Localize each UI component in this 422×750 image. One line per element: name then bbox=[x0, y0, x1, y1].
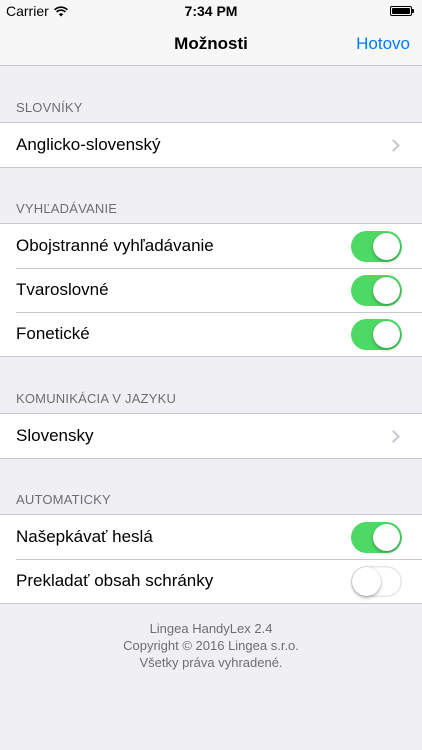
row-label: Obojstranné vyhľadávanie bbox=[16, 236, 214, 255]
section-header-dictionaries: SLOVNÍKY bbox=[16, 100, 83, 115]
row-label: Fonetické bbox=[16, 324, 90, 343]
translate-clipboard-toggle[interactable] bbox=[351, 565, 402, 597]
rights-reserved: Všetky práva vyhradené. bbox=[139, 655, 283, 670]
dictionary-row[interactable]: Anglicko-slovenský bbox=[0, 123, 422, 167]
language-group: Slovensky bbox=[0, 413, 422, 459]
section-header-automatic: AUTOMATICKY bbox=[16, 492, 111, 507]
status-bar: Carrier 7:34 PM bbox=[0, 0, 422, 22]
toggle-knob bbox=[373, 276, 400, 304]
toggle-knob bbox=[373, 523, 400, 551]
navigation-bar: Možnosti Hotovo bbox=[0, 22, 422, 66]
automatic-group: Našepkávať heslá Prekladať obsah schránk… bbox=[0, 514, 422, 604]
language-row[interactable]: Slovensky bbox=[0, 414, 422, 458]
row-label: Našepkávať heslá bbox=[16, 527, 153, 546]
battery-icon bbox=[390, 6, 414, 16]
search-row-phonetic: Fonetické bbox=[0, 312, 422, 356]
section-header-language: KOMUNIKÁCIA V JAZYKU bbox=[16, 391, 177, 406]
toggle-knob bbox=[352, 566, 381, 596]
dictionary-label: Anglicko-slovenský bbox=[16, 135, 161, 154]
language-label: Slovensky bbox=[16, 426, 94, 445]
done-button[interactable]: Hotovo bbox=[356, 34, 410, 54]
status-time: 7:34 PM bbox=[184, 3, 238, 19]
suggest-words-toggle[interactable] bbox=[351, 521, 402, 553]
row-label: Prekladať obsah schránky bbox=[16, 571, 214, 590]
search-row-morphological: Tvaroslovné bbox=[0, 268, 422, 312]
bidirectional-search-toggle[interactable] bbox=[351, 230, 402, 262]
automatic-row-suggest: Našepkávať heslá bbox=[0, 515, 422, 559]
row-label: Tvaroslovné bbox=[16, 280, 109, 299]
toggle-knob bbox=[373, 320, 400, 348]
toggle-knob bbox=[373, 232, 400, 260]
chevron-right-icon bbox=[387, 429, 400, 443]
search-group: Obojstranné vyhľadávanie Tvaroslovné Fon… bbox=[0, 223, 422, 357]
footer: Lingea HandyLex 2.4 Copyright © 2016 Lin… bbox=[0, 620, 422, 671]
phonetic-search-toggle[interactable] bbox=[351, 318, 402, 350]
app-version: Lingea HandyLex 2.4 bbox=[149, 621, 273, 636]
copyright: Copyright © 2016 Lingea s.r.o. bbox=[123, 638, 299, 653]
dictionaries-group: Anglicko-slovenský bbox=[0, 122, 422, 168]
search-row-bidirectional: Obojstranné vyhľadávanie bbox=[0, 224, 422, 268]
automatic-row-clipboard: Prekladať obsah schránky bbox=[0, 559, 422, 603]
section-header-search: VYHĽADÁVANIE bbox=[16, 201, 118, 216]
morphological-search-toggle[interactable] bbox=[351, 274, 402, 306]
chevron-right-icon bbox=[387, 138, 400, 152]
